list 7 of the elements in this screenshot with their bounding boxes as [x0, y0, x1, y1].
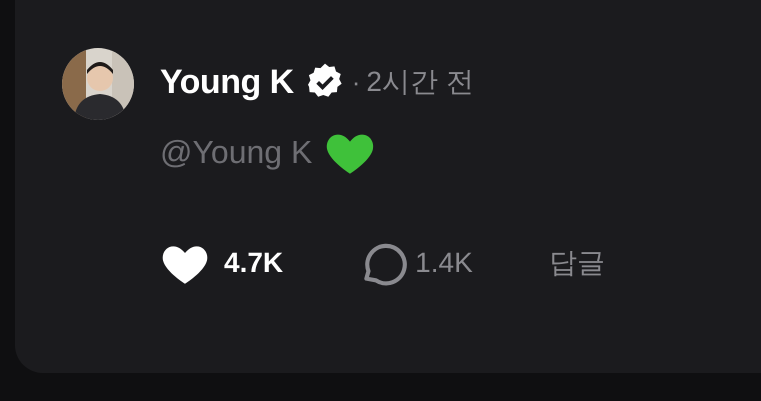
reply-button[interactable]: 답글	[548, 242, 605, 284]
post-time: 2시간 전	[366, 65, 474, 99]
author-name[interactable]: Young K	[160, 56, 294, 108]
separator-dot: ·	[352, 66, 360, 98]
like-count: 4.7K	[224, 246, 284, 280]
comment-count: 1.4K	[415, 246, 473, 280]
post-text: @Young K	[160, 133, 312, 172]
